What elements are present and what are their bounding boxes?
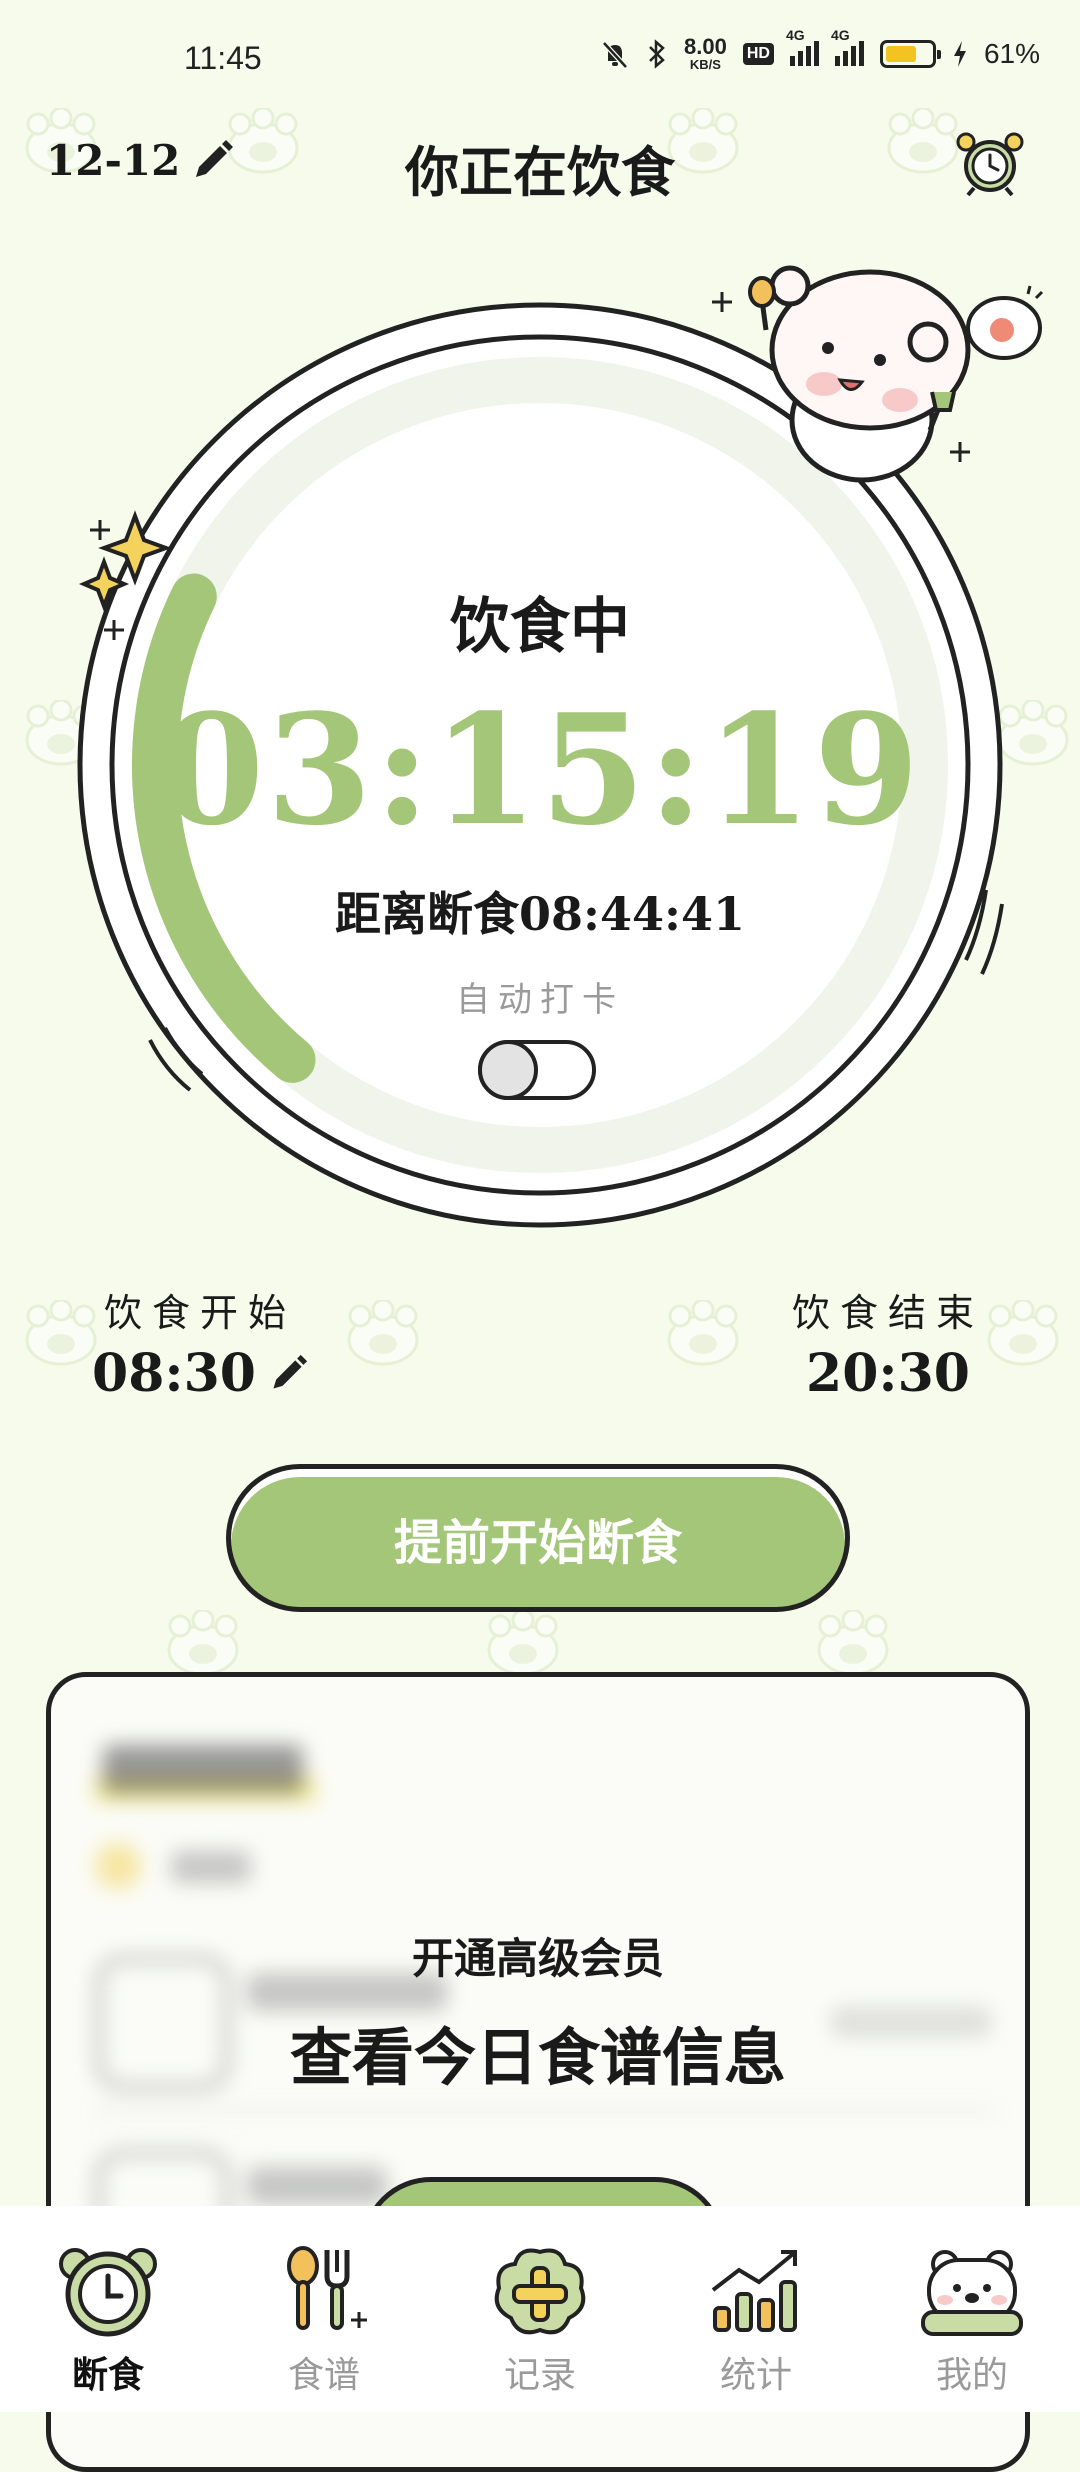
elapsed-timer: 03:15:19 bbox=[158, 680, 922, 859]
paw-decoration-icon bbox=[347, 1300, 419, 1366]
eating-end: 饮食结束 20:30 bbox=[768, 1282, 1008, 1404]
tab-stats[interactable]: 统计 bbox=[648, 2206, 864, 2412]
tab-recipes[interactable]: 食谱 bbox=[216, 2206, 432, 2412]
fasting-status-label: 饮食中 bbox=[450, 592, 630, 662]
auto-checkin-toggle[interactable] bbox=[478, 1040, 596, 1100]
plus-icon bbox=[494, 2248, 586, 2335]
edit-pencil-icon bbox=[273, 1354, 308, 1389]
paw-decoration-icon bbox=[817, 1610, 889, 1676]
tab-label: 统计 bbox=[719, 2355, 792, 2396]
tab-label: 我的 bbox=[935, 2355, 1008, 2396]
tab-label: 记录 bbox=[503, 2355, 576, 2396]
paw-decoration-icon bbox=[667, 1300, 739, 1366]
spoon-fork-icon bbox=[287, 2246, 367, 2330]
bottom-tab-bar: 断食 食谱 记录 统计 我的 bbox=[0, 2206, 1080, 2412]
tab-fasting[interactable]: 断食 bbox=[0, 2206, 216, 2412]
eating-end-time: 20:30 bbox=[806, 1343, 970, 1404]
eating-start[interactable]: 饮食开始 08:30 bbox=[90, 1282, 310, 1404]
tab-profile[interactable]: 我的 bbox=[864, 2206, 1080, 2412]
tab-record[interactable]: 记录 bbox=[432, 2206, 648, 2412]
eating-start-time: 08:30 bbox=[92, 1343, 256, 1404]
start-fasting-early-button[interactable]: 提前开始断食 bbox=[226, 1464, 850, 1612]
paw-decoration-icon bbox=[167, 1610, 239, 1676]
start-fasting-early-label: 提前开始断食 bbox=[393, 1515, 682, 1571]
eating-start-label: 饮食开始 bbox=[103, 1291, 296, 1335]
time-until-fasting: 距离断食08:44:41 bbox=[334, 887, 745, 941]
bear-icon bbox=[921, 2250, 1023, 2336]
tab-label: 断食 bbox=[71, 2354, 144, 2396]
tab-label: 食谱 bbox=[287, 2355, 360, 2396]
auto-checkin-label: 自动打卡 bbox=[456, 980, 624, 1020]
chart-icon bbox=[711, 2250, 797, 2332]
eating-end-label: 饮食结束 bbox=[791, 1291, 984, 1335]
clock-icon bbox=[59, 2248, 157, 2337]
toggle-knob bbox=[478, 1040, 538, 1100]
membership-prompt: 开通高级会员 bbox=[411, 1934, 664, 1983]
paw-decoration-icon bbox=[487, 1610, 559, 1676]
view-recipe-prompt: 查看今日食谱信息 bbox=[289, 2021, 786, 2094]
